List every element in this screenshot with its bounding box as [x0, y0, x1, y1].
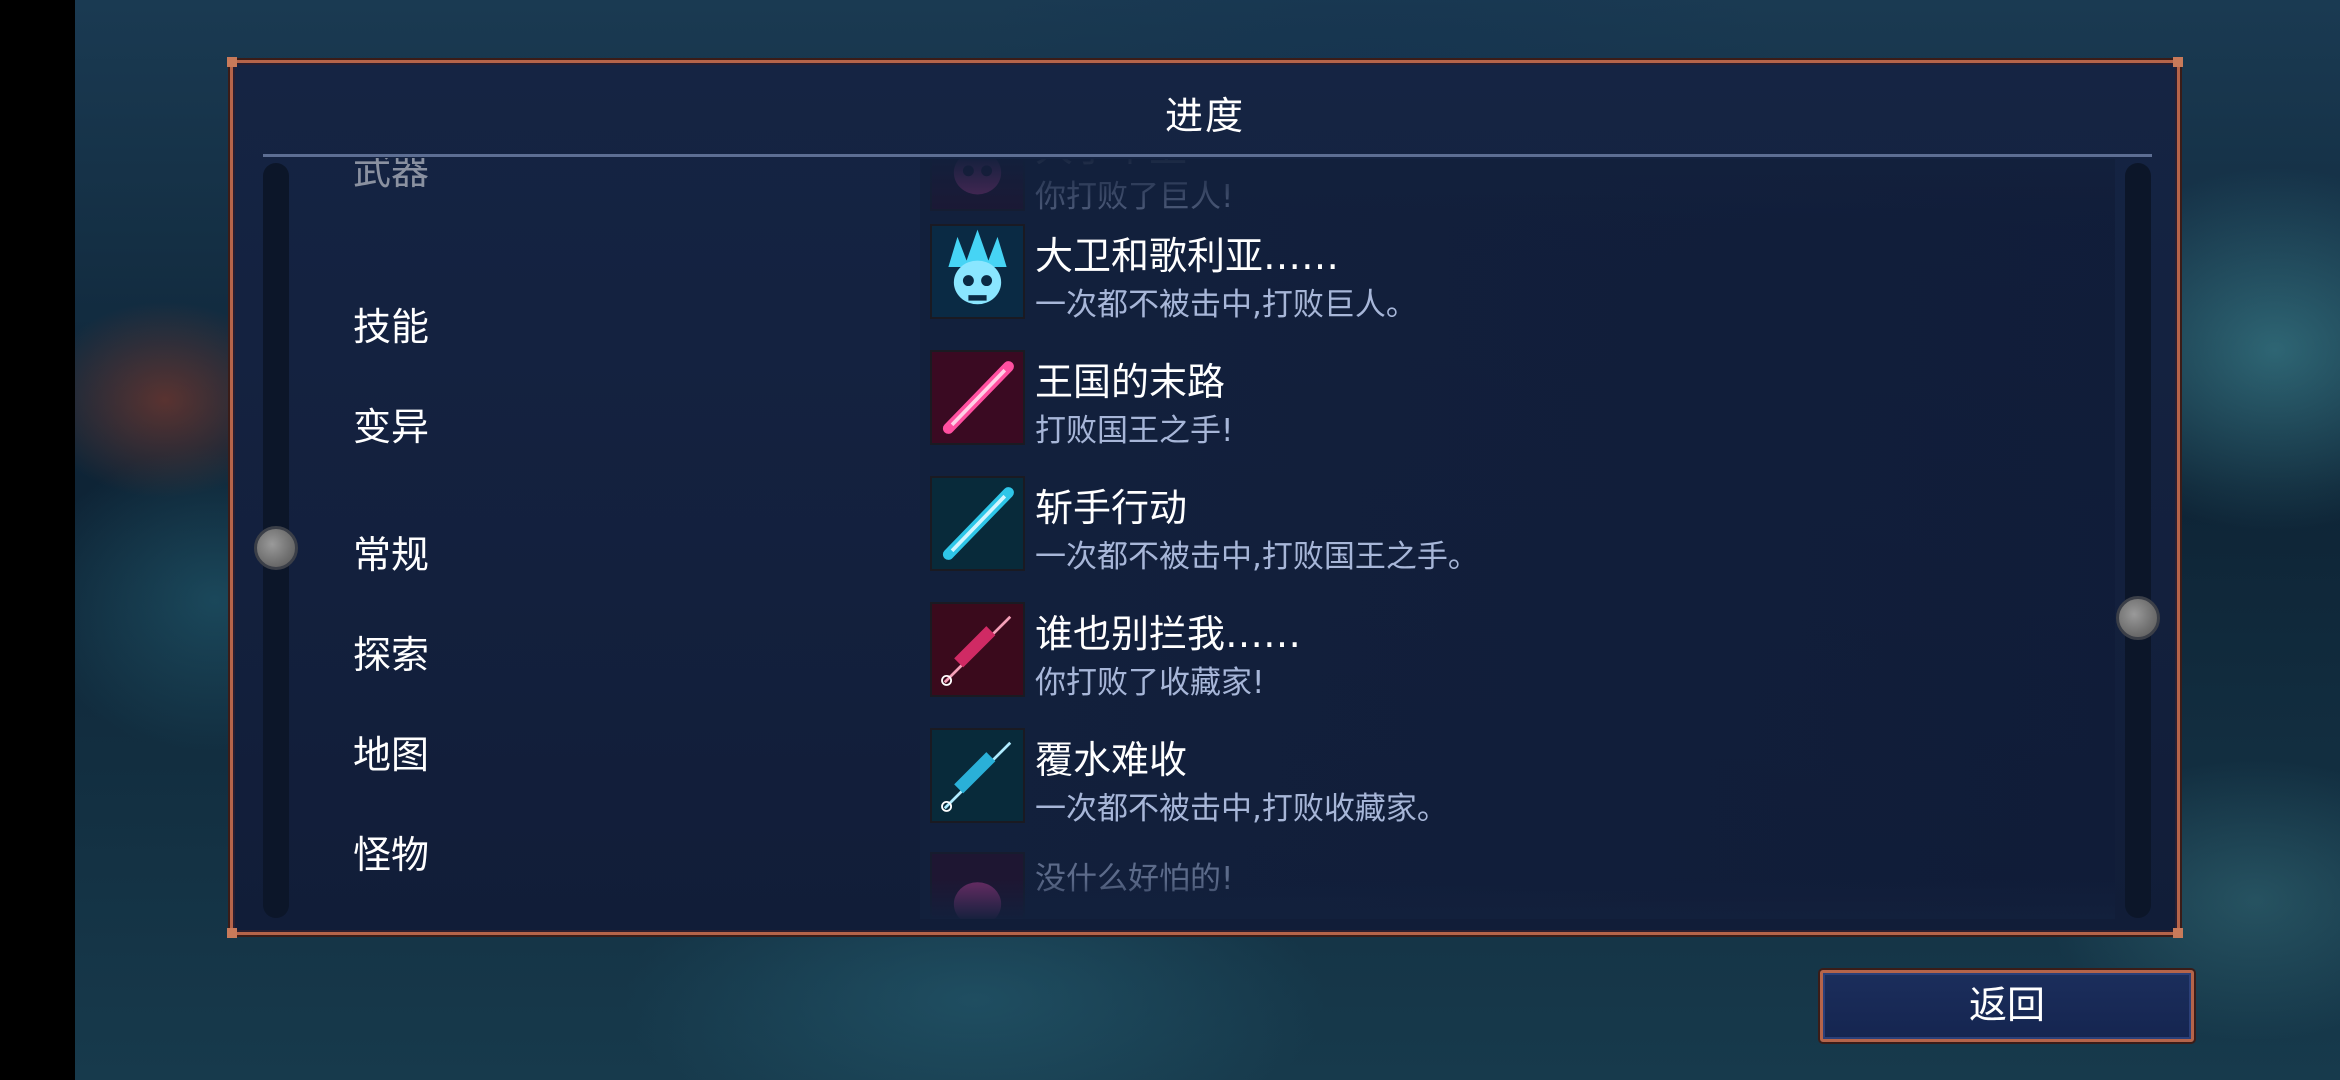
giant-skull-icon [930, 224, 1025, 319]
achievement-name: 斩手行动 [1035, 486, 1188, 530]
achievement-list[interactable]: 大了个卫 你打败了巨人! 大卫和歌利亚…… 一次都不被击中,打败巨人。 [920, 159, 2115, 919]
skull-icon [930, 852, 1025, 919]
title-divider [263, 154, 2152, 157]
screen-edge [0, 0, 75, 1080]
category-monsters[interactable]: 怪物 [353, 824, 429, 879]
back-button[interactable]: 返回 [1820, 970, 2194, 1042]
category-map[interactable]: 地图 [353, 724, 429, 779]
achievement-desc: 你打败了收藏家! [1035, 665, 1265, 701]
panel-title: 进度 [1164, 94, 1245, 138]
achievement-desc: 一次都不被击中,打败国王之手。 [1035, 539, 1479, 575]
achievement-item[interactable]: 王国的末路 打败国王之手! [930, 343, 2110, 453]
achievement-item[interactable]: 斩手行动 一次都不被击中,打败国王之手。 [930, 469, 2110, 579]
category-skills[interactable]: 技能 [353, 296, 429, 351]
achievement-name: 谁也别拦我…… [1035, 612, 1302, 656]
progress-panel: 进度 武器 技能 变异 常规 探索 地图 怪物 死亡 大了个卫 你打 [227, 57, 2183, 938]
category-general[interactable]: 常规 [353, 524, 429, 579]
giant-skull-icon [930, 159, 1025, 211]
panel-corner [2173, 57, 2183, 67]
achievement-desc: 你打败了巨人! [1035, 179, 1234, 215]
panel-corner [227, 57, 237, 67]
achievement-name: 大卫和歌利亚…… [1035, 234, 1340, 278]
category-weapons[interactable]: 武器 [353, 158, 429, 195]
achievement-item[interactable]: 覆水难收 一次都不被击中,打败收藏家。 [930, 721, 2110, 831]
achievement-name: 覆水难收 [1035, 738, 1188, 782]
achievement-name: 王国的末路 [1035, 360, 1226, 404]
achievement-item[interactable]: 没什么好怕的! [930, 845, 2110, 919]
achievement-desc: 一次都不被击中,打败巨人。 [1035, 287, 1417, 323]
panel-corner [2173, 928, 2183, 938]
achievement-item[interactable]: 大卫和歌利亚…… 一次都不被击中,打败巨人。 [930, 217, 2110, 327]
achievement-scrollbar[interactable] [2125, 163, 2151, 918]
achievement-item[interactable]: 大了个卫 你打败了巨人! [930, 159, 2110, 219]
category-list: 武器 技能 变异 常规 探索 地图 怪物 死亡 [233, 158, 683, 918]
achievement-desc: 打败国王之手! [1035, 413, 1234, 449]
category-exploration[interactable]: 探索 [353, 624, 429, 679]
category-mutations[interactable]: 变异 [353, 396, 429, 451]
panel-corner [227, 928, 237, 938]
crossed-spears-icon [930, 476, 1025, 571]
crossed-spears-icon [930, 350, 1025, 445]
achievement-name: 没什么好怕的! [1035, 861, 1234, 897]
achievement-scroll-knob[interactable] [2116, 596, 2160, 640]
syringe-icon [930, 602, 1025, 697]
achievement-item[interactable]: 谁也别拦我…… 你打败了收藏家! [930, 595, 2110, 705]
achievement-desc: 一次都不被击中,打败收藏家。 [1035, 791, 1448, 827]
syringe-icon [930, 728, 1025, 823]
